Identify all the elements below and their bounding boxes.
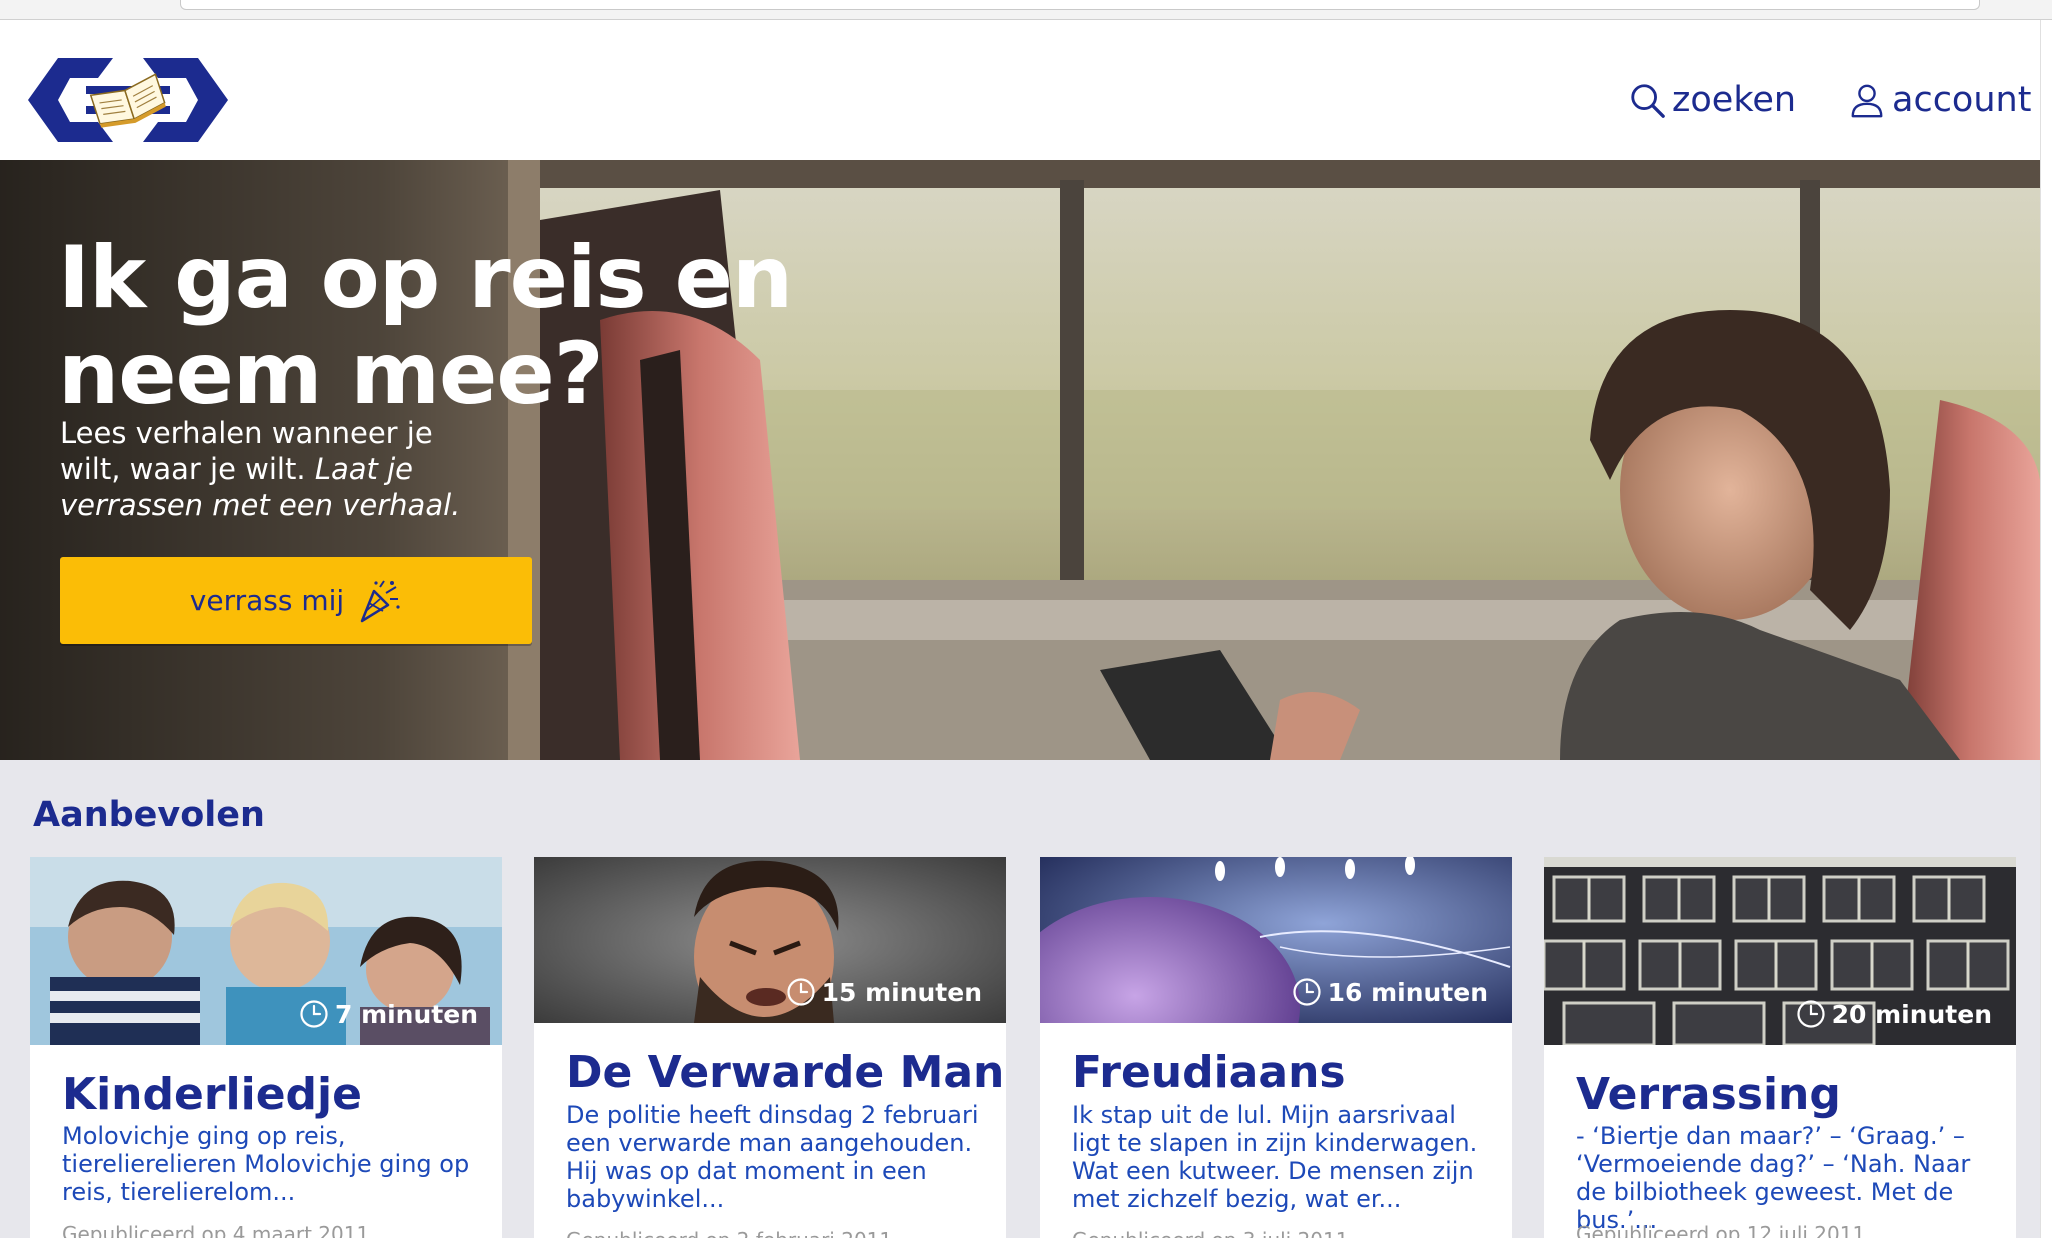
card-duration-label: 20 minuten <box>1831 999 1992 1029</box>
story-card-de-verwarde-man[interactable]: 15 minuten De Verwarde Man De politie he… <box>534 857 1006 1238</box>
scrollbar-track[interactable] <box>2040 20 2052 1238</box>
hero-banner: Ik ga op reis en neem mee? Lees verhalen… <box>0 160 2040 760</box>
card-excerpt: - ‘Biertje dan maar?’ – ‘Graag.’ – ‘Verm… <box>1576 1122 1971 1234</box>
card-title: Freudiaans <box>1072 1047 1346 1098</box>
search-icon <box>1631 84 1665 118</box>
card-excerpt: Molovichje ging op reis, tiereliereliere… <box>62 1122 470 1206</box>
logo-icon <box>28 58 228 142</box>
nav-search-label: zoeken <box>1672 80 1797 120</box>
story-card-kinderliedje[interactable]: 7 minuten Kinderliedje Molovichje ging o… <box>30 857 502 1238</box>
card-date: Gepubliceerd op 2 februari 2011 <box>566 1228 892 1238</box>
story-card-verrassing[interactable]: 20 minuten Verrassing - ‘Biertje dan maa… <box>1544 857 2016 1238</box>
clock-icon <box>300 1000 328 1028</box>
site-header: zoeken account <box>0 20 2040 160</box>
hero-title-line-2: neem mee? <box>58 324 604 424</box>
card-duration-label: 16 minuten <box>1327 977 1488 1007</box>
nav-account-label: account <box>1892 80 2032 120</box>
hero-title: Ik ga op reis en neem mee? <box>58 230 798 422</box>
party-popper-icon <box>360 579 400 622</box>
card-date: Gepubliceerd op 12 juli 2011 <box>1576 1222 1866 1238</box>
card-duration: 15 minuten <box>786 977 982 1007</box>
hero-title-line-1: Ik ga op reis en <box>58 228 793 328</box>
card-duration: 20 minuten <box>1796 999 1992 1029</box>
card-excerpt: Ik stap uit de lul. Mijn aarsrivaal ligt… <box>1072 1101 1478 1213</box>
card-duration-label: 7 minuten <box>334 999 478 1029</box>
card-title: Kinderliedje <box>62 1069 362 1120</box>
clock-icon <box>786 978 815 1006</box>
nav-search-link[interactable]: zoeken <box>1628 70 1796 130</box>
card-date: Gepubliceerd op 4 maart 2011 <box>62 1222 370 1238</box>
user-icon <box>1851 84 1883 118</box>
ns-logo[interactable] <box>28 50 228 150</box>
card-excerpt: De politie heeft dinsdag 2 februari een … <box>566 1101 979 1213</box>
clock-icon <box>1796 1000 1825 1028</box>
recommended-section-title: Aanbevolen <box>33 795 265 835</box>
card-title: De Verwarde Man <box>566 1047 1005 1098</box>
story-card-freudiaans[interactable]: 16 minuten Freudiaans Ik stap uit de lul… <box>1040 857 1512 1238</box>
card-duration: 16 minuten <box>1292 977 1488 1007</box>
surprise-me-button[interactable]: verrass mij <box>60 557 532 644</box>
hero-subtitle: Lees verhalen wanneer je wilt, waar je w… <box>60 415 500 523</box>
card-title: Verrassing <box>1576 1069 1841 1120</box>
clock-icon <box>1292 978 1321 1006</box>
address-bar[interactable] <box>180 0 1980 10</box>
surprise-me-label: verrass mij <box>189 584 345 617</box>
nav-account-link[interactable]: account <box>1848 70 2031 130</box>
card-duration-label: 15 minuten <box>821 977 982 1007</box>
card-date: Gepubliceerd op 3 juli 2011 <box>1072 1228 1348 1238</box>
card-duration: 7 minuten <box>299 999 478 1029</box>
browser-chrome <box>0 0 2052 20</box>
